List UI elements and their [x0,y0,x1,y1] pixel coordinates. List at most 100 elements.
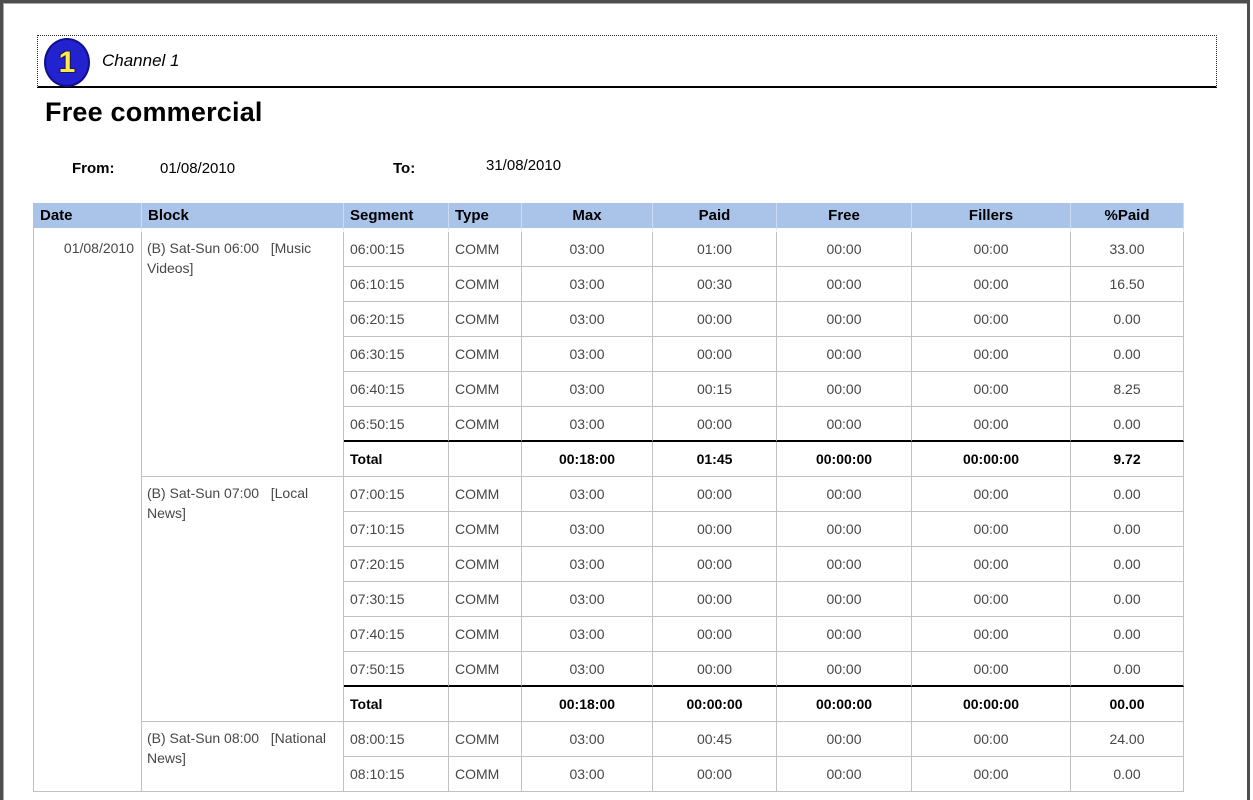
total-paid-cell: 00:00:00 [653,687,777,722]
max-cell: 03:00 [522,232,653,267]
max-cell: 03:00 [522,372,653,407]
segment-cell: 06:50:15 [344,407,449,442]
from-label: From: [72,160,115,177]
segment-cell: 08:00:15 [344,722,449,757]
segment-row: 01/08/2010(B) Sat-Sun 06:00 [Music Video… [34,232,1184,267]
free-cell: 00:00 [777,757,912,792]
total-paid-cell: 01:45 [653,442,777,477]
column-header-max: Max [522,203,653,232]
pct-cell: 0.00 [1071,477,1184,512]
report-title: Free commercial [45,97,263,128]
free-cell: 00:00 [777,722,912,757]
type-cell: COMM [449,722,522,757]
block-cell: (B) Sat-Sun 06:00 [Music Videos] [142,232,344,477]
pct-cell: 0.00 [1071,547,1184,582]
type-cell: COMM [449,757,522,792]
paid-cell: 00:00 [653,337,777,372]
free-cell: 00:00 [777,617,912,652]
fillers-cell: 00:00 [912,582,1071,617]
free-cell: 00:00 [777,582,912,617]
report-table: DateBlockSegmentTypeMaxPaidFreeFillers%P… [33,203,1184,792]
free-cell: 00:00 [777,232,912,267]
free-cell: 00:00 [777,407,912,442]
total-max-cell: 00:18:00 [522,442,653,477]
paid-cell: 00:45 [653,722,777,757]
paid-cell: 00:30 [653,267,777,302]
segment-cell: 08:10:15 [344,757,449,792]
column-header-date: Date [34,203,142,232]
type-cell: COMM [449,337,522,372]
fillers-cell: 00:00 [912,722,1071,757]
fillers-cell: 00:00 [912,652,1071,687]
column-header-segment: Segment [344,203,449,232]
total-type-cell [449,442,522,477]
to-label: To: [393,160,415,177]
pct-cell: 0.00 [1071,617,1184,652]
free-cell: 00:00 [777,512,912,547]
fillers-cell: 00:00 [912,547,1071,582]
paid-cell: 00:00 [653,407,777,442]
total-free-cell: 00:00:00 [777,442,912,477]
to-date-value: 31/08/2010 [486,157,561,174]
segment-row: (B) Sat-Sun 08:00 [National News]08:00:1… [34,722,1184,757]
segment-cell: 07:00:15 [344,477,449,512]
block-cell: (B) Sat-Sun 07:00 [Local News] [142,477,344,722]
max-cell: 03:00 [522,512,653,547]
channel-number-badge-icon: 1 [44,38,90,87]
type-cell: COMM [449,267,522,302]
total-label-cell: Total [344,687,449,722]
pct-cell: 0.00 [1071,337,1184,372]
segment-row: (B) Sat-Sun 07:00 [Local News]07:00:15CO… [34,477,1184,512]
free-cell: 00:00 [777,337,912,372]
column-header-free: Free [777,203,912,232]
max-cell: 03:00 [522,477,653,512]
type-cell: COMM [449,372,522,407]
type-cell: COMM [449,477,522,512]
type-cell: COMM [449,582,522,617]
paid-cell: 00:00 [653,477,777,512]
fillers-cell: 00:00 [912,617,1071,652]
segment-cell: 06:40:15 [344,372,449,407]
segment-cell: 07:50:15 [344,652,449,687]
fillers-cell: 00:00 [912,477,1071,512]
total-type-cell [449,687,522,722]
total-label-cell: Total [344,442,449,477]
max-cell: 03:00 [522,337,653,372]
column-header-fillers: Fillers [912,203,1071,232]
free-cell: 00:00 [777,372,912,407]
free-cell: 00:00 [777,547,912,582]
fillers-cell: 00:00 [912,372,1071,407]
fillers-cell: 00:00 [912,757,1071,792]
paid-cell: 00:00 [653,302,777,337]
max-cell: 03:00 [522,267,653,302]
total-max-cell: 00:18:00 [522,687,653,722]
segment-cell: 06:00:15 [344,232,449,267]
pct-cell: 0.00 [1071,757,1184,792]
block-cell: (B) Sat-Sun 08:00 [National News] [142,722,344,792]
pct-cell: 24.00 [1071,722,1184,757]
paid-cell: 00:00 [653,617,777,652]
pct-cell: 33.00 [1071,232,1184,267]
paid-cell: 00:00 [653,652,777,687]
date-cell: 01/08/2010 [34,232,142,792]
max-cell: 03:00 [522,547,653,582]
column-header-type: Type [449,203,522,232]
total-pct-cell: 00.00 [1071,687,1184,722]
type-cell: COMM [449,232,522,267]
type-cell: COMM [449,652,522,687]
channel-header-band: 1 Channel 1 [37,35,1217,88]
fillers-cell: 00:00 [912,232,1071,267]
paid-cell: 00:00 [653,547,777,582]
pct-cell: 0.00 [1071,512,1184,547]
fillers-cell: 00:00 [912,267,1071,302]
type-cell: COMM [449,547,522,582]
pct-cell: 0.00 [1071,652,1184,687]
type-cell: COMM [449,512,522,547]
fillers-cell: 00:00 [912,512,1071,547]
segment-cell: 07:10:15 [344,512,449,547]
pct-cell: 0.00 [1071,582,1184,617]
pct-cell: 16.50 [1071,267,1184,302]
free-cell: 00:00 [777,302,912,337]
max-cell: 03:00 [522,757,653,792]
segment-cell: 06:30:15 [344,337,449,372]
